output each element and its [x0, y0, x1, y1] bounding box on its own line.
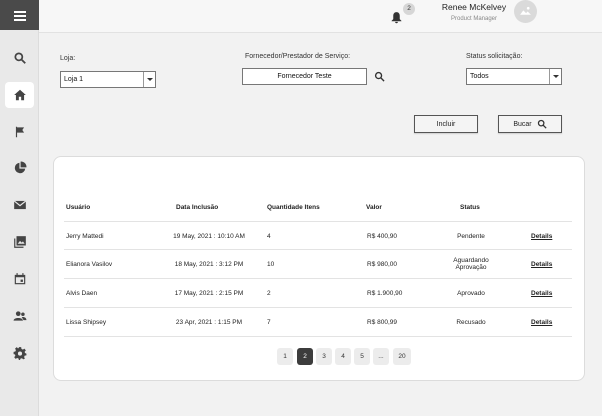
cell-value: R$ 980,00	[367, 260, 397, 268]
details-link[interactable]: Details	[531, 279, 552, 307]
sidebar	[0, 0, 39, 416]
image-placeholder-icon	[520, 6, 531, 15]
column-header-user: Usuário	[66, 204, 91, 211]
page-button-4[interactable]: 4	[335, 348, 351, 365]
cell-date: 23 Apr, 2021 : 1:15 PM	[175, 318, 243, 326]
cell-date: 17 May, 2021 : 2:15 PM	[174, 289, 244, 297]
cell-status: Pendente	[457, 232, 485, 240]
sidebar-item-reports[interactable]	[5, 155, 34, 181]
cell-value: R$ 800,99	[367, 318, 397, 326]
page-button-20[interactable]: 20	[393, 348, 411, 365]
details-link[interactable]: Details	[531, 222, 552, 250]
chevron-down-icon	[143, 72, 155, 87]
status-label: Status solicitação:	[466, 53, 523, 60]
column-header-status: Status	[460, 204, 480, 211]
search-button[interactable]: Bucar	[498, 115, 562, 133]
cell-user: Elianora Vasilov	[66, 260, 113, 268]
sidebar-item-gallery[interactable]	[5, 229, 34, 255]
status-line: Aprovação	[455, 264, 487, 271]
details-link[interactable]: Details	[531, 250, 552, 278]
home-icon	[13, 89, 26, 101]
search-icon	[13, 52, 26, 64]
sidebar-item-flag[interactable]	[5, 119, 34, 145]
page-button-3[interactable]: 3	[316, 348, 332, 365]
cell-quantity: 2	[267, 289, 271, 297]
cell-value: R$ 1.900,90	[367, 289, 403, 297]
user-name: Renee McKelvey	[441, 2, 507, 12]
images-icon	[13, 236, 26, 248]
cell-date: 18 May, 2021 : 3:12 PM	[174, 260, 244, 268]
column-header-value: Valor	[366, 204, 382, 211]
store-select-value: Loja 1	[64, 76, 84, 83]
hamburger-icon	[13, 10, 26, 21]
supplier-label: Fornecedor/Prestador de Serviço:	[245, 53, 351, 60]
requests-table-card: Usuário Data Inclusão Quantidade Itens V…	[53, 156, 585, 381]
search-button-label: Bucar	[513, 120, 532, 128]
cell-value: R$ 400,90	[367, 232, 397, 240]
page-button-5[interactable]: 5	[354, 348, 370, 365]
status-select[interactable]: Todos	[466, 68, 562, 85]
status-line: Aguardando	[453, 257, 489, 264]
table-row: Lissa Shipsey 23 Apr, 2021 : 1:15 PM 7 R…	[64, 308, 572, 337]
notification-count-badge: 2	[403, 3, 415, 15]
table-row: Alvis Daen 17 May, 2021 : 2:15 PM 2 R$ 1…	[64, 279, 572, 308]
column-header-date: Data Inclusão	[176, 204, 219, 211]
avatar[interactable]	[514, 0, 537, 23]
details-link[interactable]: Details	[531, 308, 552, 336]
bell-icon	[391, 12, 402, 24]
cell-quantity: 10	[267, 260, 275, 268]
store-select[interactable]: Loja 1	[60, 71, 156, 88]
flag-icon	[15, 126, 24, 138]
include-button[interactable]: Incluir	[414, 115, 478, 133]
page-button-2[interactable]: 2	[297, 348, 313, 365]
cell-quantity: 7	[267, 318, 271, 326]
calendar-icon	[14, 273, 25, 285]
sidebar-item-settings[interactable]	[5, 340, 34, 366]
chevron-down-icon	[549, 69, 561, 84]
page-ellipsis: ...	[373, 348, 389, 365]
supplier-field[interactable]: Fornecedor Teste	[242, 68, 367, 85]
gear-icon	[13, 347, 26, 360]
sidebar-item-search[interactable]	[5, 45, 34, 71]
users-icon	[13, 311, 26, 321]
store-label: Loja:	[60, 55, 76, 62]
sidebar-item-users[interactable]	[5, 303, 34, 329]
pie-chart-icon	[14, 161, 26, 174]
cell-status: Aguardando Aprovação	[431, 250, 511, 278]
cell-status: Aprovado	[457, 289, 485, 297]
mail-icon	[13, 200, 26, 210]
include-button-label: Incluir	[436, 120, 456, 128]
top-header: 2 Renee McKelvey Product Manager	[39, 0, 602, 33]
search-icon	[537, 119, 547, 129]
cell-user: Alvis Daen	[66, 289, 98, 297]
page-button-1[interactable]: 1	[277, 348, 293, 365]
search-icon	[374, 71, 385, 82]
sidebar-item-home[interactable]	[5, 82, 34, 108]
menu-button[interactable]	[0, 0, 39, 30]
table-row: Jerry Mattedi 19 May, 2021 : 10:10 AM 4 …	[64, 221, 572, 250]
cell-quantity: 4	[267, 232, 271, 240]
cell-date: 19 May, 2021 : 10:10 AM	[173, 232, 245, 240]
supplier-search-button[interactable]	[372, 69, 386, 83]
status-select-value: Todos	[470, 73, 489, 80]
table-row: Elianora Vasilov 18 May, 2021 : 3:12 PM …	[64, 250, 572, 279]
notifications-button[interactable]	[390, 11, 404, 25]
cell-user: Lissa Shipsey	[66, 318, 107, 326]
sidebar-item-calendar[interactable]	[5, 266, 34, 292]
column-header-quantity: Quantidade Itens	[267, 204, 320, 211]
cell-status: Recusado	[456, 318, 486, 326]
user-role: Product Manager	[450, 16, 498, 22]
sidebar-item-mail[interactable]	[5, 192, 34, 218]
cell-user: Jerry Mattedi	[66, 232, 104, 240]
